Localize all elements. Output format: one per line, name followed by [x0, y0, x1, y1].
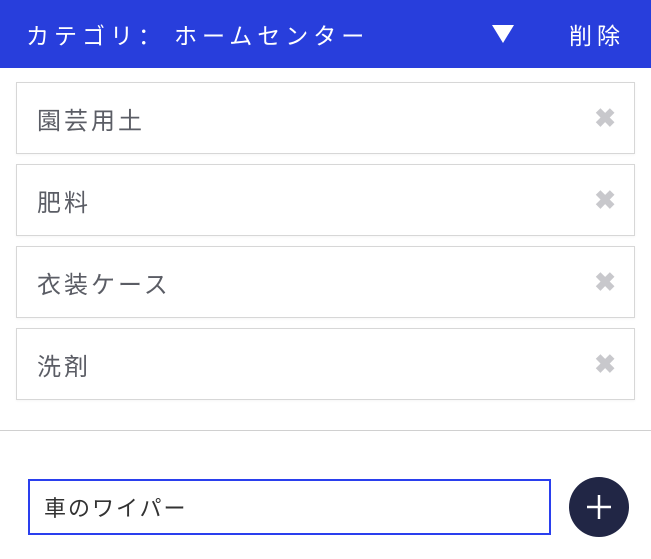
- header-category[interactable]: カテゴリ： ホームセンター: [26, 17, 369, 51]
- list-item-label: 衣装ケース: [37, 265, 171, 300]
- header-actions: 削除: [492, 17, 625, 51]
- dropdown-icon[interactable]: [492, 25, 514, 43]
- list-item[interactable]: 洗剤 ✖: [16, 328, 635, 400]
- new-item-input[interactable]: [28, 479, 551, 535]
- header-bar: カテゴリ： ホームセンター 削除: [0, 0, 651, 68]
- list-item[interactable]: 肥料 ✖: [16, 164, 635, 236]
- category-label: カテゴリ：: [26, 17, 166, 51]
- list-item-label: 肥料: [37, 183, 91, 218]
- list-item-label: 園芸用土: [37, 101, 145, 136]
- input-area: [0, 455, 651, 559]
- category-value: ホームセンター: [174, 17, 369, 51]
- list-item-label: 洗剤: [37, 347, 91, 382]
- list-item[interactable]: 園芸用土 ✖: [16, 82, 635, 154]
- delete-button[interactable]: 削除: [569, 17, 625, 51]
- item-list: 園芸用土 ✖ 肥料 ✖ 衣装ケース ✖ 洗剤 ✖: [0, 68, 651, 400]
- close-icon[interactable]: ✖: [594, 267, 616, 298]
- list-item[interactable]: 衣装ケース ✖: [16, 246, 635, 318]
- add-button[interactable]: [569, 477, 629, 537]
- close-icon[interactable]: ✖: [594, 185, 616, 216]
- plus-icon: [584, 492, 614, 522]
- section-divider: [0, 430, 651, 431]
- close-icon[interactable]: ✖: [594, 349, 616, 380]
- close-icon[interactable]: ✖: [594, 103, 616, 134]
